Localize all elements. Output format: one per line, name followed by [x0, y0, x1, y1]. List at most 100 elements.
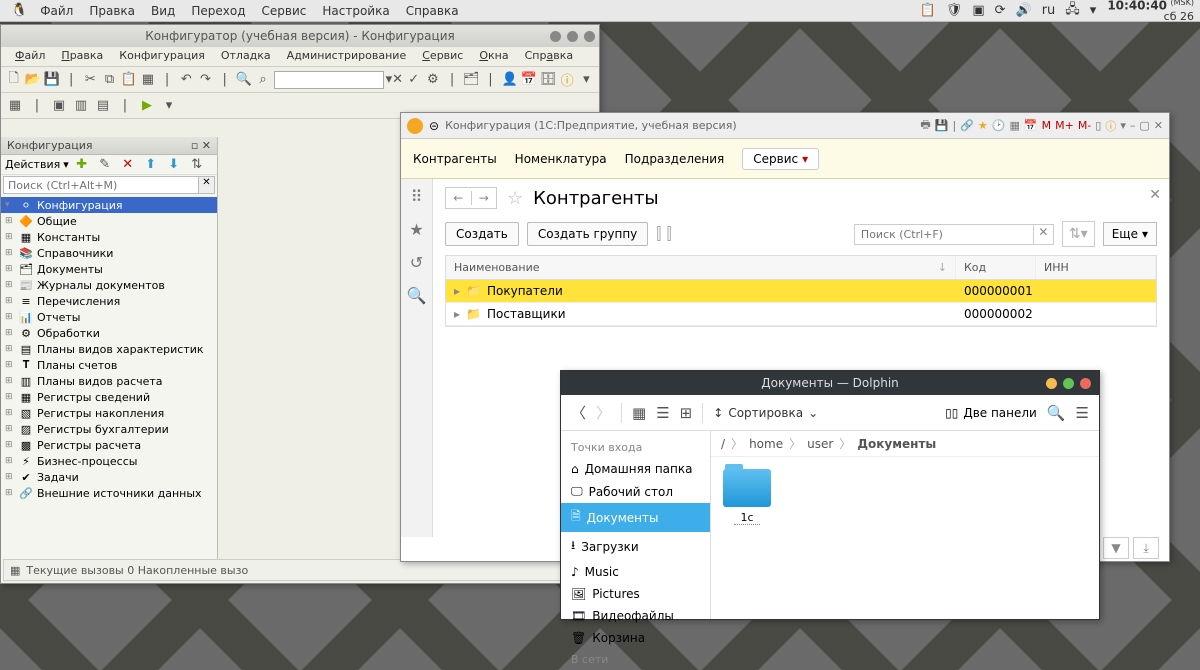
- tb2-4-icon[interactable]: ▤: [93, 96, 113, 116]
- ent-history-icon[interactable]: 🕑: [992, 119, 1006, 132]
- tree-root[interactable]: ▾⚪Конфигурация: [1, 197, 217, 213]
- tray-shield-icon[interactable]: 🛡: [941, 3, 968, 18]
- sidebar-item[interactable]: 🖵Рабочий стол: [561, 480, 710, 503]
- ent-calc-icon[interactable]: ▦: [1009, 119, 1019, 132]
- tray-clipboard-icon[interactable]: 📋: [915, 3, 941, 18]
- tree-item[interactable]: ⊞🔶Общие: [1, 213, 217, 229]
- filter-icon[interactable]: ⇅▾: [1062, 221, 1095, 247]
- ent-print-icon[interactable]: 🖶: [920, 116, 930, 135]
- sidebar-item[interactable]: ♪Music: [561, 561, 710, 583]
- tree-item[interactable]: ⊞✔Задачи: [1, 469, 217, 485]
- m-btn[interactable]: M: [1042, 119, 1052, 132]
- cfg-menu-admin[interactable]: Администрирование: [279, 47, 415, 66]
- crumb-user[interactable]: user: [807, 437, 833, 451]
- user-icon[interactable]: 👤: [501, 70, 518, 90]
- dolphin-max-icon[interactable]: [1063, 378, 1074, 389]
- tree-item[interactable]: ⊞▦Регистры сведений: [1, 389, 217, 405]
- create-group-button[interactable]: Создать группу: [527, 222, 648, 246]
- view-icons-icon[interactable]: ▦: [632, 404, 646, 422]
- tree-item[interactable]: ⊞▧Регистры накопления: [1, 405, 217, 421]
- cfg-menu-config[interactable]: Конфигурация: [111, 47, 213, 66]
- tray-network-icon[interactable]: 🖧: [1060, 0, 1085, 22]
- m-minus-btn[interactable]: M-: [1078, 119, 1091, 132]
- menu-file[interactable]: Файл: [32, 4, 81, 18]
- nav-contragents[interactable]: Контрагенты: [413, 152, 497, 166]
- del-icon[interactable]: ✕: [118, 155, 138, 175]
- breadcrumb[interactable]: /〉 home〉 user〉 Документы: [711, 431, 1099, 457]
- sidebar-item[interactable]: 🖼Pictures: [561, 583, 710, 605]
- tray-lang[interactable]: ru: [1037, 3, 1061, 18]
- side-history-icon[interactable]: ↺: [410, 253, 423, 272]
- file-area[interactable]: 1c: [711, 457, 1099, 619]
- compare-icon[interactable]: ▦: [139, 70, 156, 90]
- tree-item[interactable]: ⊞▥Планы видов расчета: [1, 373, 217, 389]
- run-icon[interactable]: ▶: [137, 96, 157, 116]
- cfg-menu-windows[interactable]: Окна: [471, 47, 516, 66]
- start-icon[interactable]: 🐧: [6, 3, 32, 18]
- tree-item[interactable]: ⊞⚙Обработки: [1, 325, 217, 341]
- ent-link-icon[interactable]: 🔗: [960, 119, 974, 132]
- tb2-2-icon[interactable]: ▣: [49, 96, 69, 116]
- help-icon[interactable]: ⓘ: [559, 70, 576, 90]
- open-icon[interactable]: 📂: [24, 70, 41, 90]
- col-code[interactable]: Код: [956, 256, 1036, 279]
- dolphin-menu-icon[interactable]: ☰: [1076, 404, 1089, 422]
- m-plus-btn[interactable]: M+: [1055, 119, 1074, 132]
- cfg-menu-service[interactable]: Сервис: [414, 47, 471, 66]
- dropdown-icon[interactable]: ⊝: [429, 119, 439, 133]
- sidebar-item[interactable]: 🗑Корзина: [561, 627, 710, 649]
- copy-icon[interactable]: ⧉: [101, 70, 118, 90]
- min-icon[interactable]: [550, 31, 561, 42]
- table-row[interactable]: ▸📁Покупатели000000001: [446, 280, 1156, 303]
- tray-volume-icon[interactable]: 🔊: [1011, 3, 1037, 18]
- tree-item[interactable]: ⊞▤Планы видов характеристик: [1, 341, 217, 357]
- tree-item[interactable]: ⊞🗂Документы: [1, 261, 217, 277]
- fwd-icon[interactable]: 〉: [596, 402, 611, 423]
- view-tree-icon[interactable]: ⊞: [680, 404, 693, 422]
- search-x-icon[interactable]: ✕: [1034, 224, 1054, 245]
- sidebar-item[interactable]: ⭳Загрузки: [561, 532, 710, 561]
- cut-icon[interactable]: ✂: [82, 70, 99, 90]
- grid-end-icon[interactable]: ⤓: [1133, 537, 1159, 559]
- nav-divisions[interactable]: Подразделения: [625, 152, 725, 166]
- align-icon[interactable]: ⫿ ⫿: [656, 224, 671, 244]
- table-row[interactable]: ▸📁Поставщики000000002: [446, 303, 1156, 326]
- calendar-icon[interactable]: 📅: [520, 70, 537, 90]
- db-icon[interactable]: 🗄: [539, 70, 556, 90]
- ent-panel-icon[interactable]: ▯: [1095, 119, 1101, 132]
- search-clear-icon[interactable]: ✕: [199, 176, 215, 194]
- menu-help[interactable]: Справка: [398, 4, 467, 18]
- tray-terminal-icon[interactable]: ▣: [967, 3, 989, 18]
- configurator-titlebar[interactable]: Конфигуратор (учебная версия) - Конфигур…: [1, 25, 599, 47]
- add-icon[interactable]: ✚: [72, 155, 92, 175]
- cfg-menu-file[interactable]: Файл: [7, 47, 53, 66]
- zoom-icon[interactable]: ⌕: [254, 70, 271, 90]
- ent-info-icon[interactable]: ⓘ: [1105, 118, 1116, 134]
- tree-item[interactable]: ⊞▦Константы: [1, 229, 217, 245]
- up-icon[interactable]: ⬆: [141, 155, 161, 175]
- undo-icon[interactable]: ↶: [178, 70, 195, 90]
- side-grid-icon[interactable]: ⠿: [411, 187, 423, 206]
- ent-max-icon[interactable]: ▢: [1139, 119, 1149, 132]
- ent-close-icon[interactable]: ✕: [1154, 119, 1163, 132]
- dolphin-min-icon[interactable]: [1046, 378, 1057, 389]
- tree-item[interactable]: ⊞📊Отчеты: [1, 309, 217, 325]
- ent-min-icon[interactable]: –: [1130, 119, 1136, 132]
- sidebar-item[interactable]: 🗎Документы: [561, 503, 710, 532]
- tree-item[interactable]: ⊞⚡Бизнес-процессы: [1, 453, 217, 469]
- tree-item[interactable]: ⊞📚Справочники: [1, 245, 217, 261]
- ent-fav-icon[interactable]: ★: [978, 119, 988, 132]
- tree-item[interactable]: ⊞▩Регистры расчета: [1, 437, 217, 453]
- sidebar-item[interactable]: ⌂Домашняя папка: [561, 458, 710, 480]
- ent-cal-icon[interactable]: 📅: [1024, 119, 1038, 132]
- menu-settings[interactable]: Настройка: [314, 4, 397, 18]
- nav-service[interactable]: Сервис▾: [742, 148, 819, 170]
- tray-chevron-icon[interactable]: ▾: [1085, 3, 1102, 18]
- find-icon[interactable]: 🔍: [235, 70, 252, 90]
- dolphin-titlebar[interactable]: Документы — Dolphin: [561, 371, 1099, 395]
- tree-item[interactable]: ⊞🔗Внешние источники данных: [1, 485, 217, 501]
- toolbar-search[interactable]: [274, 71, 384, 89]
- sort-button[interactable]: ↕Сортировка⌄: [713, 406, 818, 420]
- tree-item[interactable]: ⊞≡Перечисления: [1, 293, 217, 309]
- syntax-icon[interactable]: ✓: [405, 70, 422, 90]
